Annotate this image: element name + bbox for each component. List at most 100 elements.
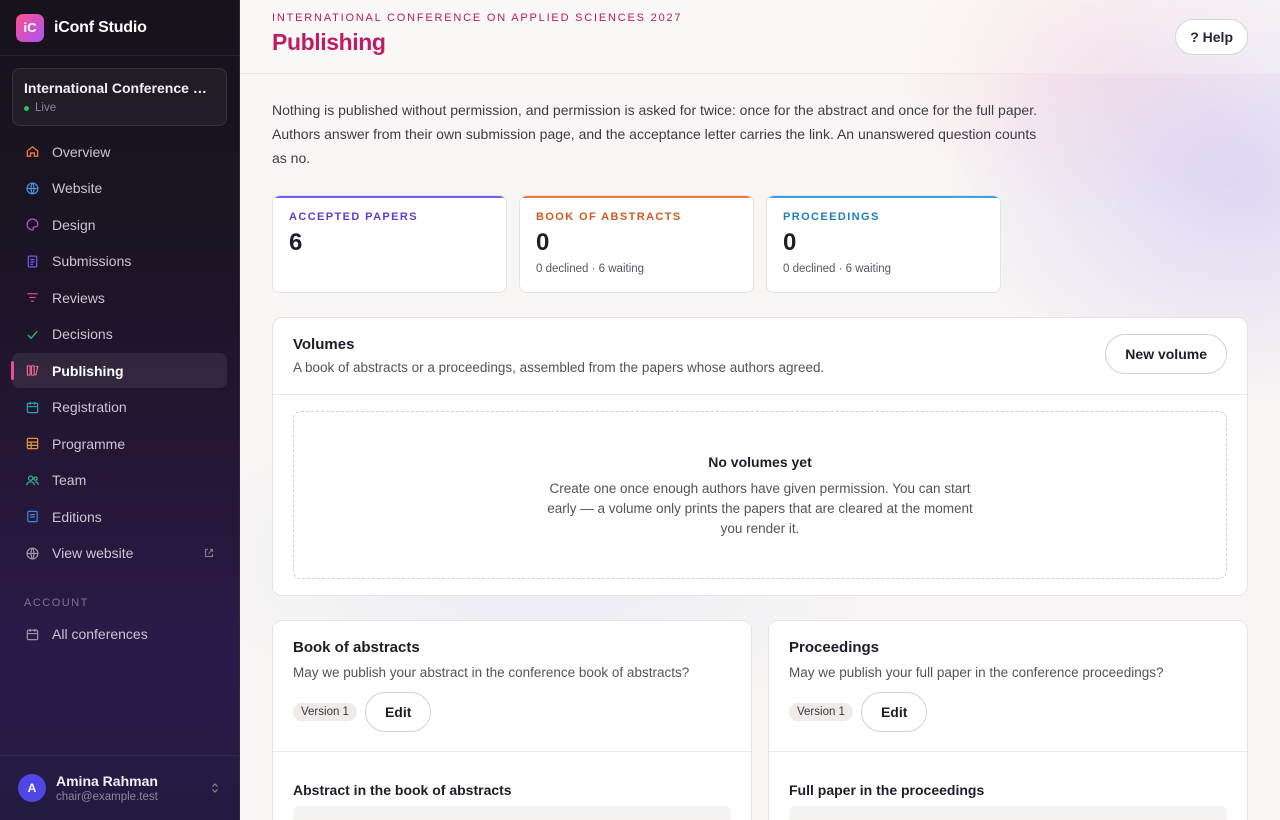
sidebar-item-label: All conferences: [52, 626, 148, 642]
calendar-icon: [24, 626, 40, 642]
card-title: Proceedings: [789, 639, 880, 656]
card-subtitle: Abstract in the book of abstracts: [293, 782, 512, 798]
sidebar-item-label: View website: [52, 545, 134, 561]
document-icon: [24, 253, 40, 269]
version-badge: Version 1: [789, 703, 853, 721]
sidebar-item-reviews[interactable]: Reviews: [12, 280, 227, 315]
sidebar-item-label: Registration: [52, 399, 127, 415]
stat-label: PROCEEDINGS: [783, 211, 880, 223]
card-field: [789, 806, 1227, 820]
version-badge: Version 1: [293, 703, 357, 721]
card-actions: Version 1 Edit: [789, 692, 1227, 732]
edit-button[interactable]: Edit: [860, 692, 928, 732]
permission-question: May we publish your full paper in the co…: [789, 665, 1164, 680]
live-dot-icon: [24, 105, 29, 111]
card-field: [293, 806, 731, 820]
sidebar-item-design[interactable]: Design: [12, 207, 227, 242]
stat-value: 6: [289, 229, 303, 256]
card-actions: Version 1 Edit: [293, 692, 731, 732]
volumes-panel: Volumes A book of abstracts or a proceed…: [272, 317, 1248, 596]
edit-button[interactable]: Edit: [364, 692, 432, 732]
external-link-icon: [204, 548, 214, 558]
sidebar: iC iConf Studio International Conference…: [0, 0, 240, 820]
new-volume-button[interactable]: New volume: [1105, 334, 1227, 374]
brand-logo: iC: [16, 13, 44, 42]
palette-icon: [24, 217, 40, 233]
card-header: Proceedings May we publish your full pap…: [769, 621, 1247, 752]
globe-icon: [24, 545, 40, 561]
account-section-label: ACCOUNT: [24, 596, 89, 609]
volumes-header: Volumes A book of abstracts or a proceed…: [273, 318, 1247, 395]
stat-value: 0: [536, 229, 550, 256]
empty-state-text: Create one once enough authors have give…: [547, 481, 973, 536]
sidebar-item-label: Submissions: [52, 253, 132, 269]
card-title: Book of abstracts: [293, 639, 420, 656]
check-icon: [24, 326, 40, 342]
conference-status-label: Live: [35, 102, 57, 114]
sidebar-item-label: Programme: [52, 435, 126, 452]
conference-switcher[interactable]: International Conference on Applied Scie…: [12, 68, 227, 126]
intro-text: Nothing is published without permission,…: [272, 102, 1037, 166]
conference-status: Live: [24, 102, 215, 114]
sidebar-item-label: Website: [52, 180, 103, 196]
page-title: Publishing: [272, 29, 386, 55]
sidebar-item-label: Design: [52, 216, 96, 233]
stat-label: BOOK OF ABSTRACTS: [536, 211, 682, 223]
globe-icon: [24, 180, 40, 196]
volumes-title: Volumes: [293, 336, 355, 353]
sidebar-item-team[interactable]: Team: [12, 463, 227, 498]
sidebar-item-website[interactable]: Website: [12, 171, 227, 206]
sidebar-item-all-conferences[interactable]: All conferences: [12, 617, 227, 652]
user-email: chair@example.test: [56, 791, 158, 803]
user-name: Amina Rahman: [56, 773, 158, 789]
page-header: INTERNATIONAL CONFERENCE ON APPLIED SCIE…: [240, 0, 1280, 74]
stat-label: ACCEPTED PAPERS: [289, 211, 418, 223]
conference-name: International Conference on Applied Scie…: [24, 80, 215, 96]
sidebar-item-submissions[interactable]: Submissions: [12, 244, 227, 279]
stat-subtext: 0 declined · 6 waiting: [783, 263, 892, 275]
proceedings-card: Proceedings May we publish your full pap…: [768, 620, 1248, 820]
sidebar-item-view-website[interactable]: View website: [12, 536, 227, 571]
chevron-up-down-icon: [212, 783, 218, 793]
sidebar-item-editions[interactable]: Editions: [12, 499, 227, 534]
stat-proceedings: PROCEEDINGS 0 0 declined · 6 waiting: [766, 195, 1001, 293]
sidebar-item-label: Publishing: [52, 362, 124, 379]
permission-question: May we publish your abstract in the conf…: [293, 665, 690, 680]
avatar: A: [18, 774, 46, 802]
grid-icon: [24, 436, 40, 452]
sidebar-item-registration[interactable]: Registration: [12, 390, 227, 425]
sidebar-item-label: Overview: [52, 143, 111, 160]
brand-name: iConf Studio: [54, 18, 147, 36]
help-button[interactable]: ? Help: [1175, 19, 1248, 55]
sidebar-item-publishing[interactable]: Publishing: [11, 353, 227, 388]
empty-state-title: No volumes yet: [708, 454, 812, 470]
user-menu[interactable]: A Amina Rahman chair@example.test: [0, 755, 239, 820]
file-icon: [24, 509, 40, 525]
users-icon: [24, 472, 40, 488]
stat-book-of-abstracts: BOOK OF ABSTRACTS 0 0 declined · 6 waiti…: [519, 195, 754, 293]
main-content: INTERNATIONAL CONFERENCE ON APPLIED SCIE…: [240, 0, 1280, 820]
card-header: Book of abstracts May we publish your ab…: [273, 621, 751, 752]
volumes-empty-state: No volumes yet Create one once enough au…: [293, 411, 1227, 579]
book-of-abstracts-card: Book of abstracts May we publish your ab…: [272, 620, 752, 820]
brand[interactable]: iC iConf Studio: [0, 0, 239, 56]
sidebar-item-overview[interactable]: Overview: [12, 134, 227, 169]
conference-eyebrow: INTERNATIONAL CONFERENCE ON APPLIED SCIE…: [272, 12, 683, 24]
home-icon: [24, 144, 40, 160]
sidebar-item-label: Reviews: [52, 289, 105, 306]
stat-accepted-papers: ACCEPTED PAPERS 6: [272, 195, 507, 293]
account-nav: All conferences: [0, 617, 239, 652]
stat-value: 0: [783, 229, 797, 256]
user-info: Amina Rahman chair@example.test: [56, 773, 158, 803]
sidebar-item-label: Editions: [52, 508, 102, 525]
sidebar-item-programme[interactable]: Programme: [12, 426, 227, 461]
main-nav: Overview Website Design Submissions Revi…: [0, 134, 239, 571]
card-subtitle: Full paper in the proceedings: [789, 782, 985, 798]
volumes-description: A book of abstracts or a proceedings, as…: [293, 360, 825, 375]
stat-subtext: 0 declined · 6 waiting: [536, 263, 645, 275]
sidebar-item-label: Team: [52, 472, 87, 488]
sidebar-item-label: Decisions: [52, 326, 113, 342]
filter-icon: [24, 290, 40, 306]
sidebar-item-decisions[interactable]: Decisions: [12, 317, 227, 352]
books-icon: [24, 363, 40, 379]
